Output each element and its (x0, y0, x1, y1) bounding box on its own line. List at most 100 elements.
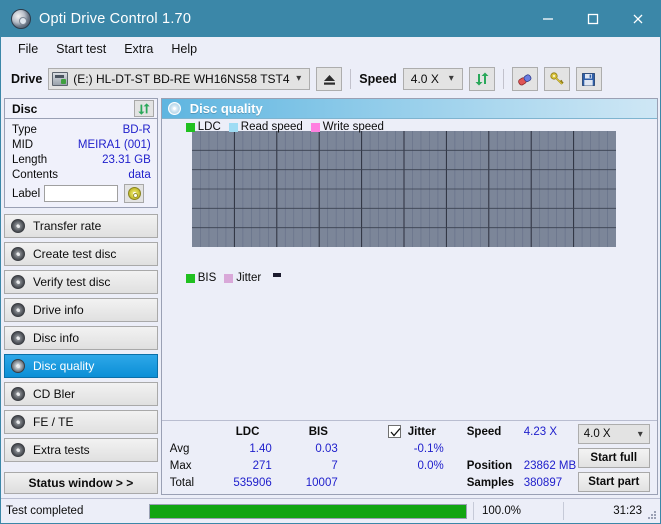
legend-item-bis: BIS (185, 272, 217, 284)
drive-toolbar: Drive (E:) HL-DT-ST BD-RE WH16NS58 TST4 … (1, 61, 660, 97)
window-controls (525, 1, 660, 37)
stats-position-value: 23862 MB (523, 460, 577, 472)
jitter-label: Jitter (407, 426, 436, 438)
disc-row-contents-value: data (128, 168, 151, 181)
disc-refresh-button[interactable] (133, 100, 154, 117)
legend-swatch-ldc (185, 122, 195, 132)
nav-list: Transfer rate Create test disc Verify te… (1, 214, 161, 462)
speed-select[interactable]: 4.0 X ▾ (402, 68, 463, 90)
sidebar-item-disc-info[interactable]: Disc info (4, 326, 158, 350)
drive-select[interactable]: (E:) HL-DT-ST BD-RE WH16NS58 TST4 ▾ (48, 68, 311, 90)
speed-label: Speed (359, 72, 397, 86)
legend-item-jitter: Jitter (224, 272, 261, 284)
sidebar-item-extra-tests[interactable]: Extra tests (4, 438, 158, 462)
disc-icon (11, 443, 25, 457)
disc-icon (11, 415, 25, 429)
disc-icon (11, 247, 25, 261)
sidebar-item-label: Drive info (33, 303, 84, 317)
menu-item-file[interactable]: File (9, 40, 47, 58)
legend-swatch-read-speed (228, 122, 238, 132)
disc-panel-header: Disc (5, 99, 157, 119)
disc-quality-icon (167, 102, 181, 115)
page-title: Disc quality (189, 101, 263, 116)
stats-col-ldc: LDC (235, 426, 260, 438)
speed-select-value: 4.0 X (410, 72, 439, 86)
save-button[interactable] (575, 67, 602, 91)
stats-ldc-max: 271 (252, 460, 272, 472)
disc-row-length-key: Length (12, 153, 48, 166)
app-disc-icon (11, 9, 31, 29)
stats-panel: LDC BIS Jitter Avg Max Total 1.40 271 53… (161, 420, 657, 494)
stats-speed-label: Speed (466, 426, 502, 438)
legend-label-write-speed: Write speed (322, 121, 384, 133)
legend-swatch-bis (185, 273, 195, 283)
jitter-marker-icon (273, 273, 282, 277)
maximize-icon[interactable] (570, 1, 615, 37)
disc-row-type: Type BD-R (12, 122, 151, 137)
main-panel-header: Disc quality (161, 99, 657, 119)
drive-icon (52, 72, 69, 86)
chevron-down-icon: ▾ (637, 428, 643, 440)
start-full-button[interactable]: Start full (577, 448, 650, 468)
legend-label-ldc: LDC (197, 121, 221, 133)
sidebar: Disc Type BD-R MID MEIRA1 (001) Length 2… (1, 97, 161, 497)
legend-label-bis: BIS (197, 272, 217, 284)
disc-icon (11, 331, 25, 345)
resize-grip-icon[interactable] (647, 510, 657, 520)
refresh-button[interactable] (468, 67, 495, 91)
sidebar-item-create-test-disc[interactable]: Create test disc (4, 242, 158, 266)
sidebar-item-transfer-rate[interactable]: Transfer rate (4, 214, 158, 238)
sidebar-item-verify-test-disc[interactable]: Verify test disc (4, 270, 158, 294)
sidebar-item-label: CD Bler (33, 387, 76, 401)
stats-samples-label: Samples (466, 477, 515, 489)
disc-row-mid-value: MEIRA1 (001) (77, 138, 151, 151)
test-speed-value: 4.0 X (583, 428, 611, 440)
status-bar: Test completed 100.0% 31:23 (1, 498, 660, 523)
eject-button[interactable] (316, 67, 343, 91)
menu-item-extra[interactable]: Extra (115, 40, 162, 58)
disc-info-rows: Type BD-R MID MEIRA1 (001) Length 23.31 … (5, 119, 157, 207)
legend-swatch-jitter (224, 273, 234, 283)
progress-bar (149, 503, 467, 519)
disc-label-button[interactable] (124, 184, 145, 203)
bis-chart[interactable] (162, 267, 658, 425)
erase-button[interactable] (511, 67, 538, 91)
disc-row-type-key: Type (12, 123, 37, 136)
start-part-button[interactable]: Start part (577, 472, 650, 492)
sidebar-item-fe-te[interactable]: FE / TE (4, 410, 158, 434)
drive-select-value: (E:) HL-DT-ST BD-RE WH16NS58 TST4 (73, 72, 290, 86)
sidebar-item-drive-info[interactable]: Drive info (4, 298, 158, 322)
ldc-chart-legend: LDC Read speed Write speed (185, 121, 388, 133)
disc-icon (11, 359, 25, 373)
menu-item-help[interactable]: Help (162, 40, 206, 58)
jitter-checkbox[interactable] (387, 425, 401, 438)
legend-item-read-speed: Read speed (228, 121, 303, 133)
sidebar-item-cd-bler[interactable]: CD Bler (4, 382, 158, 406)
ldc-chart[interactable] (162, 119, 658, 267)
toolbar-separator-1 (350, 69, 352, 89)
stats-speed-value: 4.23 X (523, 426, 557, 438)
disc-row-contents-key: Contents (12, 168, 59, 181)
legend-swatch-write-speed (310, 122, 320, 132)
close-icon[interactable] (615, 1, 660, 37)
stats-row-avg: Avg (169, 443, 190, 455)
cd-icon (127, 187, 141, 200)
sidebar-item-disc-quality[interactable]: Disc quality (4, 354, 158, 378)
disc-row-mid: MID MEIRA1 (001) (12, 137, 151, 152)
keys-button[interactable] (543, 67, 570, 91)
stats-col-bis: BIS (308, 426, 328, 438)
menu-bar: File Start test Extra Help (1, 37, 660, 61)
minimize-icon[interactable] (525, 1, 570, 37)
disc-row-mid-key: MID (12, 138, 34, 151)
progress-percent: 100.0% (473, 502, 563, 520)
title-bar: Opti Drive Control 1.70 (1, 1, 660, 37)
stats-row-total: Total (169, 477, 195, 489)
elapsed-time: 31:23 (563, 502, 660, 520)
stats-jitter-avg: -0.1% (413, 443, 444, 455)
menu-item-start-test[interactable]: Start test (47, 40, 115, 58)
status-window-button[interactable]: Status window > > (4, 472, 158, 494)
stats-samples-value: 380897 (523, 477, 563, 489)
bis-chart-legend: BIS Jitter (185, 272, 282, 284)
disc-label-input[interactable] (44, 185, 119, 202)
test-speed-select[interactable]: 4.0 X ▾ (577, 424, 650, 444)
